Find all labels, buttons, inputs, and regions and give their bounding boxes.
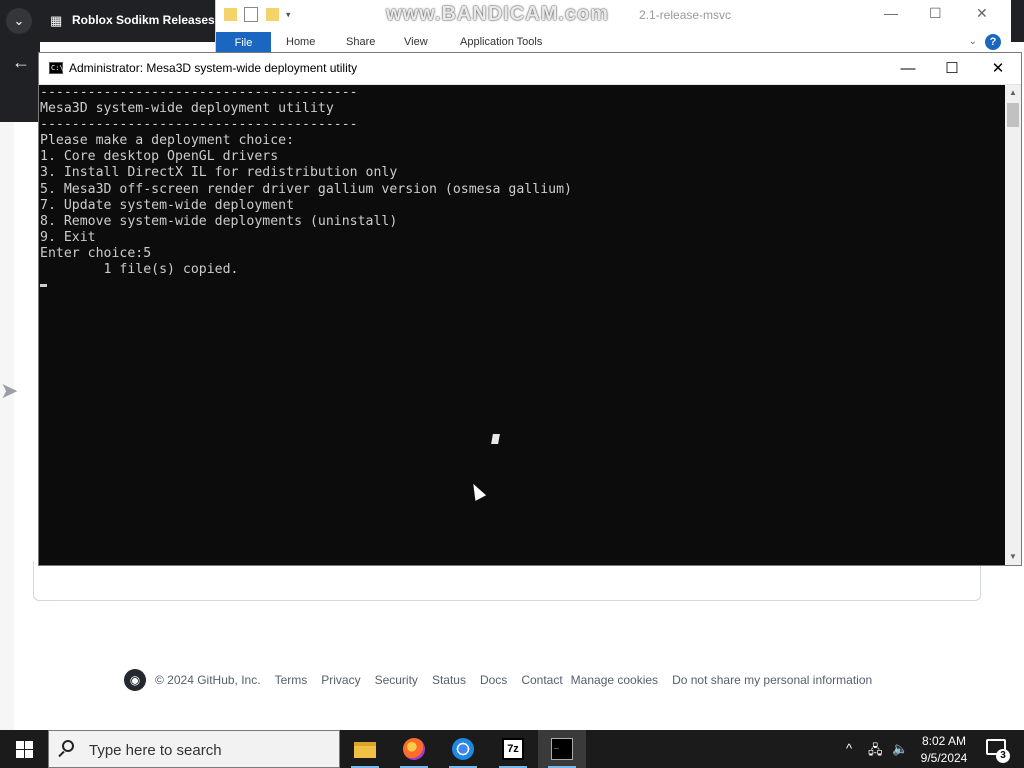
- firefox-taskbar-button[interactable]: [390, 730, 438, 768]
- command-prompt-icon: C:\: [49, 62, 64, 74]
- clock-date: 9/5/2024: [920, 751, 968, 765]
- back-arrow-icon[interactable]: ←: [12, 52, 30, 73]
- console-line: ----------------------------------------: [40, 117, 358, 133]
- taskbar: Type here to search 7z _ ^ 🖧 🔈 8:02 AM 9…: [0, 730, 1024, 768]
- page-gutter: [0, 122, 14, 730]
- browser-tab[interactable]: ⌄ ▦ Roblox Sodikm Releases :: [0, 0, 222, 42]
- clock-time: 8:02 AM: [921, 734, 967, 748]
- volume-muted-icon[interactable]: 🔈: [892, 741, 908, 757]
- chrome-icon: [452, 738, 474, 760]
- notification-count-badge: 3: [996, 749, 1010, 763]
- browser-nav: ←: [0, 42, 40, 122]
- command-prompt-icon: _: [551, 738, 573, 760]
- ribbon-tab-application-tools[interactable]: Application Tools: [460, 36, 542, 48]
- console-line: ----------------------------------------: [40, 85, 358, 100]
- footer-copyright: © 2024 GitHub, Inc.: [155, 673, 261, 687]
- footer-link-docs[interactable]: Docs: [480, 673, 507, 687]
- console-line: Enter choice:5: [40, 245, 152, 261]
- chevron-down-icon[interactable]: ⌄: [6, 8, 32, 34]
- console-scrollbar[interactable]: ▲ ▼: [1005, 85, 1021, 565]
- chrome-taskbar-button[interactable]: [439, 730, 487, 768]
- file-explorer-taskbar-button[interactable]: [341, 730, 389, 768]
- footer-link-manage-cookies[interactable]: Manage cookies: [571, 673, 658, 687]
- network-icon[interactable]: 🖧: [868, 741, 883, 763]
- console-line: 7. Update system-wide deployment: [40, 197, 295, 213]
- explorer-minimize-icon[interactable]: —: [884, 5, 898, 21]
- github-logo-icon[interactable]: ◉: [124, 669, 146, 691]
- 7zip-taskbar-button[interactable]: 7z: [489, 730, 537, 768]
- footer-link-privacy[interactable]: Privacy: [321, 673, 360, 687]
- customize-toolbar-icon[interactable]: ▾: [286, 9, 295, 19]
- scroll-up-icon[interactable]: ▲: [1005, 85, 1021, 101]
- ribbon-tab-home[interactable]: Home: [286, 36, 315, 48]
- taskbar-clock[interactable]: 8:02 AM 9/5/2024: [914, 733, 974, 767]
- explorer-close-icon[interactable]: ✕: [976, 5, 988, 22]
- github-footer: ◉ © 2024 GitHub, Inc. Terms Privacy Secu…: [124, 668, 886, 692]
- console-cursor-line: [40, 278, 1005, 294]
- taskbar-search-box[interactable]: Type here to search: [48, 730, 340, 768]
- console-output[interactable]: ----------------------------------------…: [39, 85, 1005, 565]
- ribbon-tab-file[interactable]: File: [216, 32, 271, 52]
- windows-logo-tile: [25, 741, 33, 749]
- footer-link-do-not-share[interactable]: Do not share my personal information: [672, 673, 872, 687]
- console-line: 1. Core desktop OpenGL drivers: [40, 149, 279, 165]
- folder-icon: [224, 8, 237, 22]
- console-title: Administrator: Mesa3D system-wide deploy…: [69, 61, 358, 75]
- properties-icon[interactable]: [244, 7, 259, 23]
- explorer-maximize-icon[interactable]: ☐: [929, 5, 942, 22]
- footer-link-status[interactable]: Status: [432, 673, 466, 687]
- console-line: 9. Exit: [40, 229, 96, 245]
- new-folder-icon[interactable]: [265, 8, 279, 22]
- start-button[interactable]: [0, 730, 48, 768]
- firefox-icon: [403, 738, 425, 760]
- minimize-button[interactable]: —: [885, 53, 931, 84]
- scrollbar-thumb[interactable]: [1007, 103, 1019, 127]
- scroll-down-icon[interactable]: ▼: [1005, 549, 1021, 565]
- maximize-button[interactable]: ☐: [929, 53, 975, 84]
- close-button[interactable]: ✕: [975, 53, 1021, 84]
- help-icon[interactable]: ?: [985, 34, 1001, 50]
- console-line: 5. Mesa3D off-screen render driver galli…: [40, 181, 572, 197]
- browser-tab-title: Roblox Sodikm Releases :: [72, 13, 223, 27]
- file-explorer-window: ▾ www.BANDICAM.com 2.1-release-msvc — ☐ …: [215, 0, 1011, 52]
- explorer-ribbon: File Home Share View Application Tools: [216, 32, 1011, 52]
- console-line: 8. Remove system-wide deployments (unins…: [40, 213, 398, 229]
- console-line: Mesa3D system-wide deployment utility: [40, 101, 334, 117]
- search-icon: [62, 740, 74, 752]
- console-line: 1 file(s) copied.: [40, 262, 239, 278]
- console-line: Please make a deployment choice:: [40, 133, 295, 149]
- search-placeholder: Type here to search: [89, 742, 222, 759]
- show-hidden-icons-icon[interactable]: ^: [846, 741, 852, 756]
- footer-link-contact[interactable]: Contact: [521, 673, 562, 687]
- 7zip-icon: 7z: [502, 738, 524, 760]
- bandicam-watermark: www.BANDICAM.com: [386, 3, 610, 25]
- roblox-favicon-icon: ▦: [50, 13, 63, 28]
- github-content-card: [33, 562, 981, 601]
- ribbon-tab-view[interactable]: View: [404, 36, 428, 48]
- quick-access-toolbar[interactable]: ▾: [224, 7, 295, 23]
- console-line: 3. Install DirectX IL for redistribution…: [40, 165, 398, 181]
- console-title-bar[interactable]: C:\ Administrator: Mesa3D system-wide de…: [39, 53, 1021, 85]
- pointer-shadow-icon: ➤: [0, 378, 19, 403]
- ribbon-tab-share[interactable]: Share: [346, 36, 375, 48]
- command-prompt-taskbar-button[interactable]: _: [538, 730, 586, 768]
- folder-icon: [354, 742, 376, 758]
- console-window[interactable]: C:\ Administrator: Mesa3D system-wide de…: [38, 52, 1022, 566]
- windows-logo-icon: [16, 741, 24, 749]
- ribbon-expand-icon[interactable]: ⌄: [969, 36, 977, 47]
- explorer-window-title: 2.1-release-msvc: [639, 8, 732, 22]
- windows-logo-tile: [16, 750, 24, 758]
- windows-logo-tile: [25, 750, 33, 758]
- footer-link-terms[interactable]: Terms: [275, 673, 308, 687]
- text-cursor: [40, 283, 47, 287]
- footer-link-security[interactable]: Security: [375, 673, 418, 687]
